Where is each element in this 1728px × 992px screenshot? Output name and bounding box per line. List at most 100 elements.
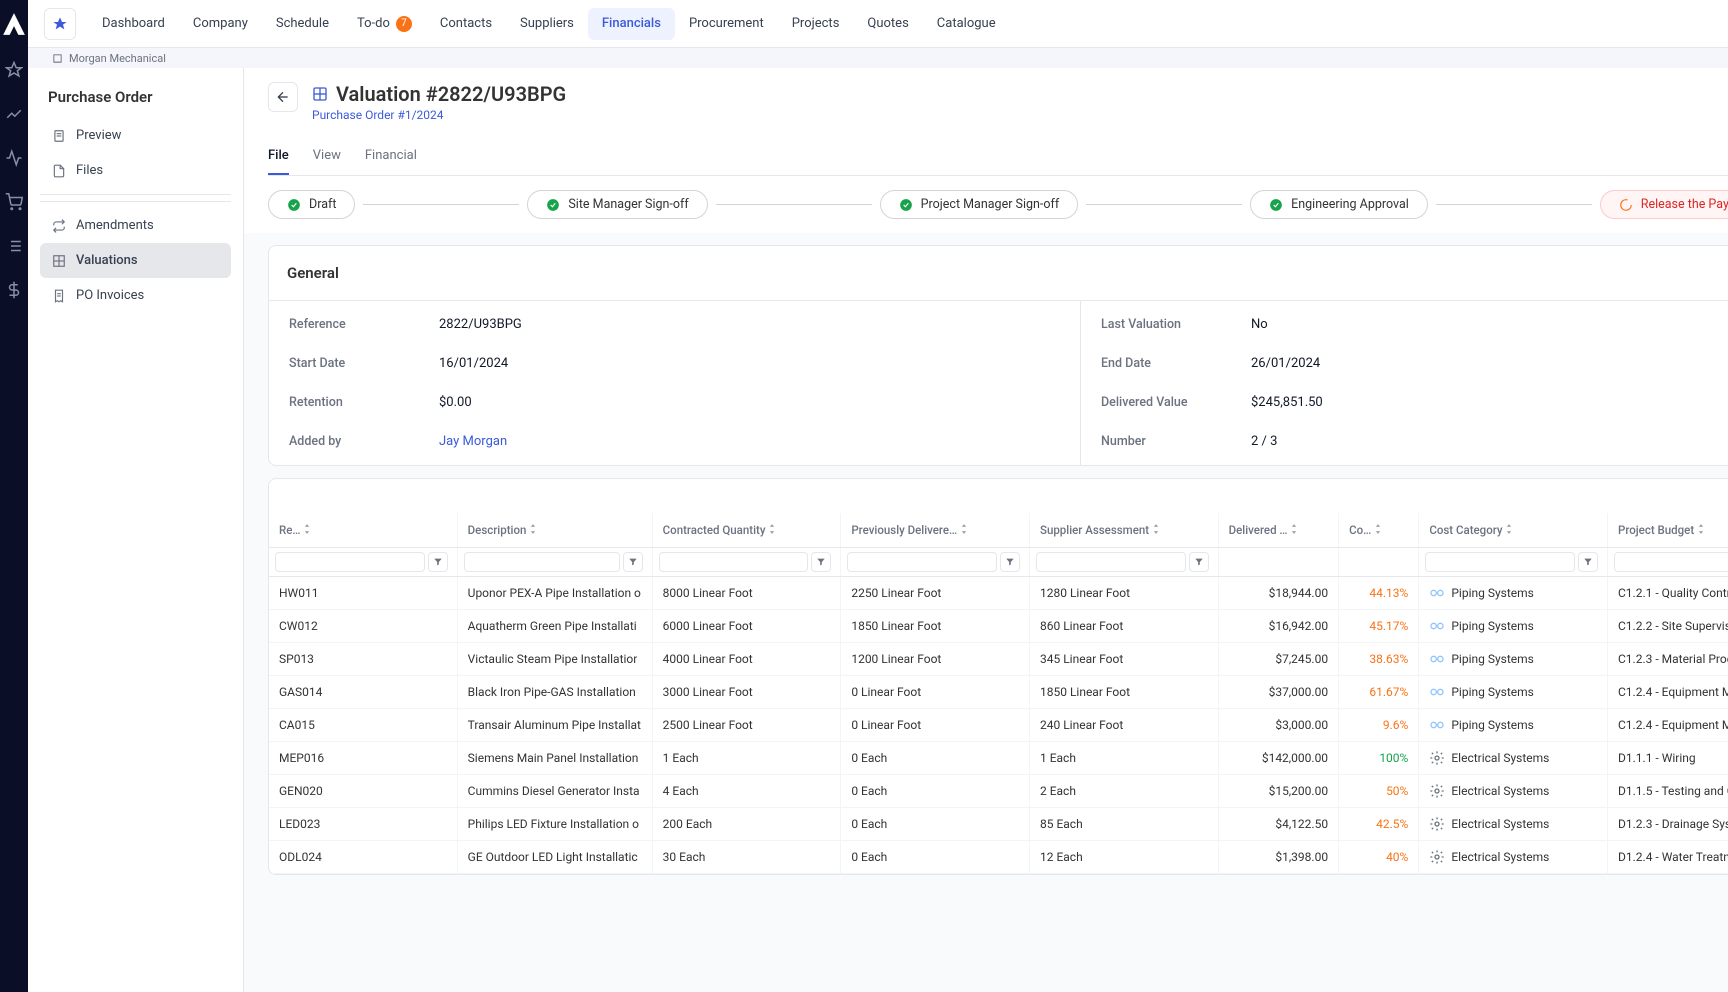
column-filter-input[interactable] [1614, 552, 1728, 572]
breadcrumb: Morgan Mechanical [28, 48, 1728, 68]
workflow-step-3[interactable]: Engineering Approval [1250, 190, 1428, 219]
field-label: Last Valuation [1101, 317, 1251, 332]
workflow-step-2[interactable]: Project Manager Sign-off [880, 190, 1079, 219]
rail-star-icon[interactable] [2, 58, 26, 82]
spinner-icon [1619, 198, 1633, 212]
workflow-step-1[interactable]: Site Manager Sign-off [527, 190, 707, 219]
column-header[interactable]: Previously Delivere… [841, 513, 1030, 548]
field-label: End Date [1101, 356, 1251, 371]
general-card: General Reference2822/U93BPGStart Date16… [268, 245, 1728, 466]
filter-icon [816, 557, 826, 567]
column-filter-button[interactable] [1000, 552, 1020, 572]
rail-list-icon[interactable] [2, 234, 26, 258]
column-filter-button[interactable] [428, 552, 448, 572]
sidebar-item-valuations[interactable]: Valuations [40, 243, 231, 278]
filter-icon [1583, 557, 1593, 567]
column-header[interactable]: Project Budget [1608, 513, 1728, 548]
table-row[interactable]: SP013Victaulic Steam Pipe Installatior40… [269, 643, 1728, 676]
field-value: $245,851.50 [1251, 395, 1323, 410]
gear-icon [1429, 849, 1445, 865]
gear-icon [1429, 750, 1445, 766]
nav-quotes[interactable]: Quotes [853, 8, 922, 40]
column-header[interactable]: Contracted Quantity [652, 513, 841, 548]
sort-icon [529, 524, 537, 534]
column-filter-button[interactable] [623, 552, 643, 572]
column-header[interactable]: Co… [1339, 513, 1419, 548]
column-filter-button[interactable] [811, 552, 831, 572]
building-icon [52, 53, 63, 64]
sidebar-item-amendments[interactable]: Amendments [40, 208, 231, 243]
field-value: No [1251, 317, 1268, 332]
column-header[interactable]: Delivered … [1218, 513, 1338, 548]
table-row[interactable]: HW011Uponor PEX-A Pipe Installation o800… [269, 577, 1728, 610]
nav-contacts[interactable]: Contacts [426, 8, 506, 40]
field-label: Added by [289, 434, 439, 449]
nav-financials[interactable]: Financials [588, 8, 675, 40]
rail-cart-icon[interactable] [2, 190, 26, 214]
arrow-left-icon [275, 89, 291, 105]
sidebar-item-po-invoices[interactable]: PO Invoices [40, 278, 231, 313]
left-rail [0, 0, 28, 992]
nav-to-do[interactable]: To-do7 [343, 8, 426, 40]
release-payment-pill[interactable]: Release the Payment [1600, 190, 1728, 219]
column-header[interactable]: Cost Category [1419, 513, 1608, 548]
filter-icon [1194, 557, 1204, 567]
nav-dashboard[interactable]: Dashboard [88, 8, 179, 40]
rail-activity-icon[interactable] [2, 146, 26, 170]
pipe-icon [1429, 684, 1445, 700]
line-items-table: Re… Description Contracted Quantity Prev… [268, 478, 1728, 875]
sidebar-item-preview[interactable]: Preview [40, 118, 231, 153]
check-circle-icon [899, 198, 913, 212]
column-filter-input[interactable] [1425, 552, 1575, 572]
rail-dollar-icon[interactable] [2, 278, 26, 302]
check-circle-icon [546, 198, 560, 212]
column-filter-button[interactable] [1189, 552, 1209, 572]
back-button[interactable] [268, 82, 298, 112]
field-label: Number [1101, 434, 1251, 449]
column-header[interactable]: Description [457, 513, 652, 548]
column-filter-input[interactable] [659, 552, 809, 572]
nav-catalogue[interactable]: Catalogue [923, 8, 1010, 40]
rail-trend-icon[interactable] [2, 102, 26, 126]
nav-procurement[interactable]: Procurement [675, 8, 778, 40]
field-label: Retention [289, 395, 439, 410]
column-filter-input[interactable] [275, 552, 425, 572]
table-row[interactable]: GEN020Cummins Diesel Generator Insta4 Ea… [269, 775, 1728, 808]
field-value: 26/01/2024 [1251, 356, 1320, 371]
todo-badge: 7 [396, 16, 412, 32]
gear-icon [1429, 816, 1445, 832]
table-icon [312, 86, 328, 102]
field-label: Delivered Value [1101, 395, 1251, 410]
column-filter-button[interactable] [1578, 552, 1598, 572]
table-row[interactable]: MEP016Siemens Main Panel Installation1 E… [269, 742, 1728, 775]
column-header[interactable]: Re… [269, 513, 457, 548]
field-value: $0.00 [439, 395, 472, 410]
check-circle-icon [287, 198, 301, 212]
nav-schedule[interactable]: Schedule [262, 8, 343, 40]
nav-projects[interactable]: Projects [778, 8, 854, 40]
app-logo[interactable] [0, 10, 28, 38]
tab-file[interactable]: File [268, 138, 289, 175]
table-row[interactable]: CA015Transair Aluminum Pipe Installat250… [269, 709, 1728, 742]
column-filter-input[interactable] [464, 552, 620, 572]
parent-po-link[interactable]: Purchase Order #1/2024 [312, 108, 566, 122]
nav-company[interactable]: Company [179, 8, 262, 40]
workflow-step-0[interactable]: Draft [268, 190, 355, 219]
column-header[interactable]: Supplier Assessment [1029, 513, 1218, 548]
sidebar-item-files[interactable]: Files [40, 153, 231, 188]
nav-suppliers[interactable]: Suppliers [506, 8, 588, 40]
table-row[interactable]: ODL024GE Outdoor LED Light Installatic30… [269, 841, 1728, 874]
table-row[interactable]: GAS014Black Iron Pipe-GAS Installation30… [269, 676, 1728, 709]
gear-icon [1429, 783, 1445, 799]
general-title: General [287, 264, 339, 282]
tab-financial[interactable]: Financial [365, 138, 417, 175]
table-row[interactable]: CW012Aquatherm Green Pipe Installati6000… [269, 610, 1728, 643]
column-filter-input[interactable] [847, 552, 997, 572]
sidebar: Purchase Order PreviewFilesAmendmentsVal… [28, 68, 244, 992]
column-filter-input[interactable] [1036, 552, 1186, 572]
breadcrumb-company[interactable]: Morgan Mechanical [69, 52, 166, 65]
table-row[interactable]: LED023Philips LED Fixture Installation o… [269, 808, 1728, 841]
favorite-button[interactable] [44, 8, 76, 40]
tab-view[interactable]: View [313, 138, 341, 175]
field-value[interactable]: Jay Morgan [439, 434, 507, 449]
